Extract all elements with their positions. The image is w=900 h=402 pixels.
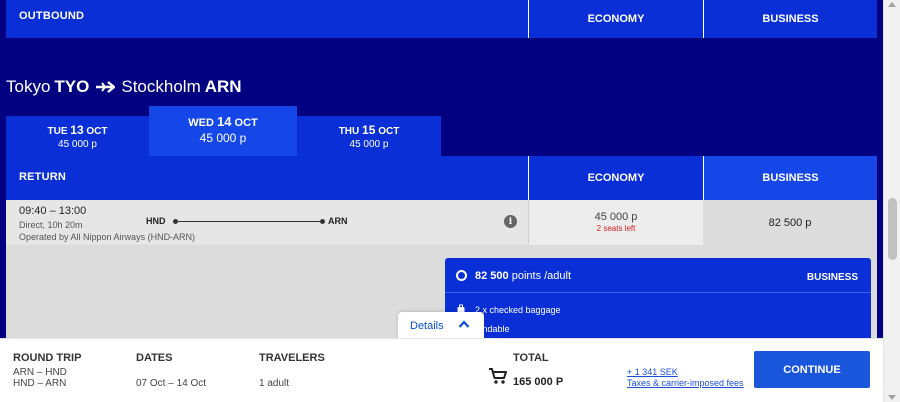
- date-tab-price: 45 000 p: [58, 139, 97, 150]
- business-fare-cell[interactable]: 82 500 p: [703, 200, 877, 245]
- date-tab-date: WED 14 OCT: [188, 114, 258, 129]
- page-scrollbar[interactable]: [883, 0, 900, 402]
- outbound-label: OUTBOUND: [19, 10, 85, 22]
- trip-leg-outbound: ARN – HND: [13, 367, 67, 378]
- economy-price: 45 000 p: [594, 211, 638, 223]
- scroll-up-arrow-icon[interactable]: [888, 2, 896, 7]
- route-line: [176, 221, 324, 222]
- destination-city: Stockholm: [121, 77, 201, 96]
- flight-duration: Direct, 10h 20m: [19, 220, 83, 230]
- details-toggle[interactable]: Details: [398, 312, 484, 340]
- route-title: Tokyo TYO Stockholm ARN: [6, 77, 242, 97]
- plane-icon: [96, 81, 116, 93]
- return-business-label: BUSINESS: [762, 172, 819, 184]
- date-tab-thu-15[interactable]: THU 15 OCT 45 000 p: [297, 116, 441, 156]
- date-tab-date: THU 15 OCT: [338, 123, 400, 137]
- trip-leg-return: HND – ARN: [13, 378, 67, 389]
- dates-value: 07 Oct – 14 Oct: [136, 378, 207, 389]
- business-points: 82 500 points /adult: [475, 270, 572, 282]
- outbound-economy-column-header: ECONOMY: [528, 0, 703, 38]
- round-trip-heading: ROUND TRIP: [13, 352, 82, 364]
- return-label: RETURN: [19, 171, 67, 183]
- to-airport-code: ARN: [328, 216, 348, 226]
- business-price: 82 500 p: [768, 217, 812, 229]
- destination-code: ARN: [204, 77, 242, 96]
- chevron-up-icon: [458, 320, 470, 328]
- travelers-value: 1 adult: [259, 378, 290, 389]
- scrollbar-thumb[interactable]: [888, 198, 897, 260]
- origin-code: TYO: [54, 77, 90, 96]
- flight-operator: Operated by All Nippon Airways (HND-ARN): [19, 232, 196, 242]
- flight-row[interactable]: 09:40 – 13:00 Direct, 10h 20m Operated b…: [6, 200, 877, 245]
- scroll-down-arrow-icon[interactable]: [888, 395, 896, 400]
- outbound-header-bar: OUTBOUND ECONOMY BUSINESS: [6, 0, 877, 38]
- info-icon[interactable]: i: [504, 215, 517, 228]
- return-economy-label: ECONOMY: [587, 172, 645, 184]
- flight-times: 09:40 – 13:00: [19, 205, 87, 217]
- return-business-column-header: BUSINESS: [703, 156, 877, 200]
- economy-fare-cell[interactable]: 45 000 p 2 seats left: [528, 200, 703, 245]
- total-value: 165 000 P: [513, 376, 564, 388]
- dates-heading: DATES: [136, 352, 173, 364]
- cart-icon: [489, 368, 507, 384]
- route-end-dot: [320, 219, 325, 224]
- business-class-label: BUSINESS: [806, 272, 858, 283]
- fees-label-link[interactable]: Taxes & carrier-imposed fees: [627, 378, 744, 388]
- fees-amount-link[interactable]: + 1 341 SEK: [627, 367, 678, 377]
- date-tab-wed-14[interactable]: WED 14 OCT 45 000 p: [149, 106, 297, 156]
- economy-seats-left: 2 seats left: [596, 224, 636, 233]
- flight-selection-page: OUTBOUND ECONOMY BUSINESS Tokyo TYO Stoc…: [0, 0, 883, 402]
- outbound-economy-label: ECONOMY: [587, 13, 645, 25]
- return-economy-column-header: ECONOMY: [528, 156, 703, 200]
- outbound-business-column-header: BUSINESS: [703, 0, 877, 38]
- continue-button[interactable]: CONTINUE: [754, 351, 870, 388]
- total-heading: TOTAL: [513, 352, 549, 364]
- date-tab-tue-13[interactable]: TUE 13 OCT 45 000 p: [6, 116, 149, 156]
- date-tab-date: TUE 13 OCT: [47, 123, 108, 137]
- details-label: Details: [410, 320, 444, 332]
- business-fare-radio[interactable]: [456, 270, 467, 281]
- origin-city: Tokyo: [6, 77, 51, 96]
- booking-summary-footer: ROUND TRIP ARN – HND HND – ARN DATES 07 …: [0, 338, 883, 402]
- outbound-business-label: BUSINESS: [762, 13, 819, 25]
- panel-divider: [445, 292, 871, 293]
- travelers-heading: TRAVELERS: [259, 352, 325, 364]
- feature-baggage: 2 x checked baggage: [475, 305, 561, 315]
- business-fare-panel[interactable]: 82 500 points /adult BUSINESS 2 x checke…: [445, 258, 871, 342]
- return-header-bar: RETURN ECONOMY BUSINESS: [6, 156, 877, 200]
- from-airport-code: HND: [146, 216, 166, 226]
- date-tab-price: 45 000 p: [199, 131, 247, 145]
- date-tab-price: 45 000 p: [349, 139, 389, 150]
